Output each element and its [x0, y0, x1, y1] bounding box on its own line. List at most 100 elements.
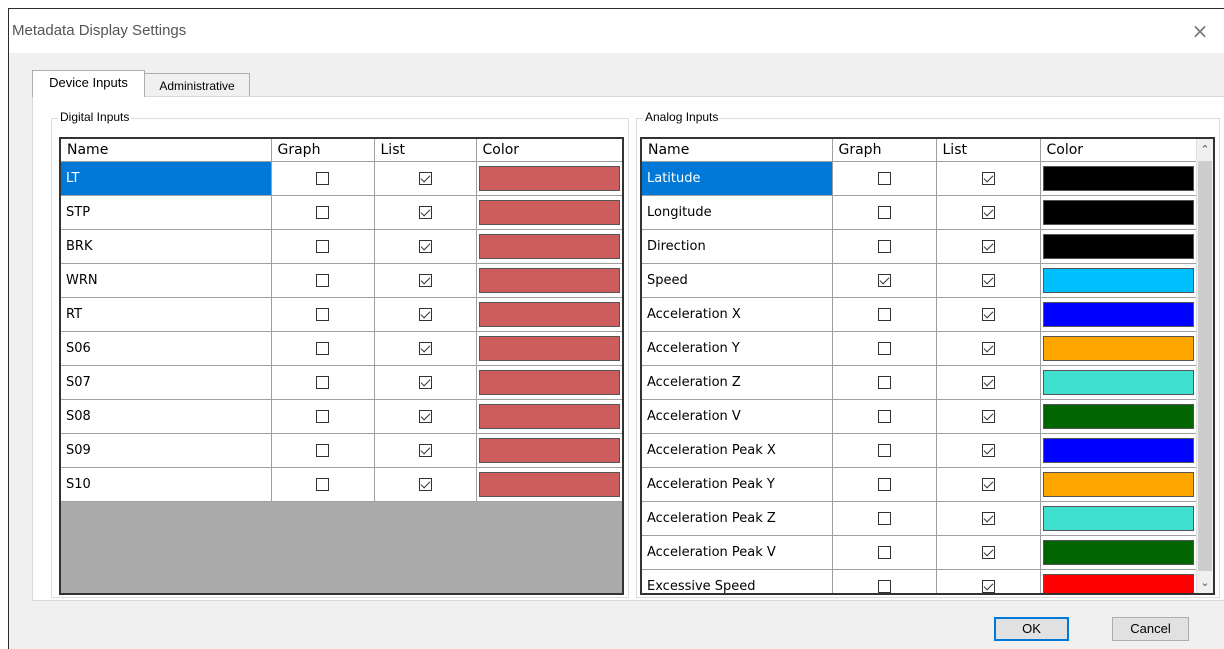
- input-name-cell[interactable]: Latitude: [642, 161, 833, 196]
- list-checkbox[interactable]: [981, 342, 995, 355]
- color-swatch[interactable]: [1042, 200, 1194, 225]
- color-swatch[interactable]: [478, 302, 620, 327]
- column-header-name[interactable]: Name: [61, 139, 272, 162]
- color-swatch[interactable]: [478, 234, 620, 259]
- list-checkbox[interactable]: [981, 172, 995, 185]
- color-swatch[interactable]: [1042, 472, 1194, 497]
- graph-checkbox[interactable]: [877, 274, 891, 287]
- graph-checkbox[interactable]: [316, 376, 329, 389]
- input-name-cell[interactable]: S10: [61, 467, 272, 502]
- analog-inputs-grid[interactable]: Name Graph List Color Latitude Longitude D…: [640, 137, 1215, 595]
- digital-input-row[interactable]: S06: [61, 331, 622, 366]
- graph-checkbox[interactable]: [877, 342, 891, 355]
- analog-input-row[interactable]: Direction: [642, 229, 1197, 264]
- digital-input-row[interactable]: S07: [61, 365, 622, 400]
- input-name-cell[interactable]: Acceleration Peak V: [642, 535, 833, 570]
- input-name-cell[interactable]: BRK: [61, 229, 272, 264]
- analog-input-row[interactable]: Acceleration X: [642, 297, 1197, 332]
- input-name-cell[interactable]: Acceleration V: [642, 399, 833, 434]
- ok-button[interactable]: OK: [994, 617, 1069, 641]
- color-swatch[interactable]: [1042, 540, 1194, 565]
- vertical-scrollbar[interactable]: ⌃ ⌄: [1196, 139, 1213, 593]
- column-header-color[interactable]: Color: [476, 139, 622, 162]
- input-name-cell[interactable]: Longitude: [642, 195, 833, 230]
- list-checkbox[interactable]: [981, 376, 995, 389]
- color-swatch[interactable]: [478, 268, 620, 293]
- analog-input-row[interactable]: Excessive Speed: [642, 569, 1197, 593]
- column-header-name[interactable]: Name: [642, 139, 833, 162]
- scroll-down-icon[interactable]: ⌄: [1197, 574, 1213, 591]
- graph-checkbox[interactable]: [877, 546, 891, 559]
- analog-input-row[interactable]: Acceleration Peak V: [642, 535, 1197, 570]
- color-swatch[interactable]: [478, 200, 620, 225]
- list-checkbox[interactable]: [418, 172, 432, 185]
- analog-input-row[interactable]: Acceleration Z: [642, 365, 1197, 400]
- digital-input-row[interactable]: BRK: [61, 229, 622, 264]
- list-checkbox[interactable]: [418, 444, 432, 457]
- color-swatch[interactable]: [478, 438, 620, 463]
- graph-checkbox[interactable]: [316, 274, 329, 287]
- analog-input-row[interactable]: Acceleration V: [642, 399, 1197, 434]
- digital-input-row[interactable]: RT: [61, 297, 622, 332]
- color-swatch[interactable]: [1042, 438, 1194, 463]
- analog-input-row[interactable]: Longitude: [642, 195, 1197, 230]
- list-checkbox[interactable]: [418, 274, 432, 287]
- list-checkbox[interactable]: [418, 342, 432, 355]
- list-checkbox[interactable]: [981, 444, 995, 457]
- graph-checkbox[interactable]: [316, 342, 329, 355]
- graph-checkbox[interactable]: [877, 240, 891, 253]
- scrollbar-thumb[interactable]: [1198, 161, 1212, 571]
- input-name-cell[interactable]: Excessive Speed: [642, 569, 833, 593]
- list-checkbox[interactable]: [418, 410, 432, 423]
- input-name-cell[interactable]: LT: [61, 161, 272, 196]
- graph-checkbox[interactable]: [316, 206, 329, 219]
- input-name-cell[interactable]: Speed: [642, 263, 833, 298]
- column-header-list[interactable]: List: [374, 139, 477, 162]
- input-name-cell[interactable]: STP: [61, 195, 272, 230]
- column-header-color[interactable]: Color: [1040, 139, 1197, 162]
- color-swatch[interactable]: [1042, 234, 1194, 259]
- list-checkbox[interactable]: [981, 240, 995, 253]
- list-checkbox[interactable]: [981, 478, 995, 491]
- color-swatch[interactable]: [1042, 336, 1194, 361]
- list-checkbox[interactable]: [981, 580, 995, 593]
- input-name-cell[interactable]: Direction: [642, 229, 833, 264]
- list-checkbox[interactable]: [418, 206, 432, 219]
- list-checkbox[interactable]: [981, 512, 995, 525]
- input-name-cell[interactable]: Acceleration Peak X: [642, 433, 833, 468]
- input-name-cell[interactable]: Acceleration Peak Z: [642, 501, 833, 536]
- color-swatch[interactable]: [1042, 404, 1194, 429]
- cancel-button[interactable]: Cancel: [1112, 617, 1189, 641]
- digital-input-row[interactable]: STP: [61, 195, 622, 230]
- analog-input-row[interactable]: Acceleration Peak Y: [642, 467, 1197, 502]
- digital-input-row[interactable]: S10: [61, 467, 622, 502]
- analog-input-row[interactable]: Acceleration Peak Z: [642, 501, 1197, 536]
- digital-input-row[interactable]: LT: [61, 161, 622, 196]
- digital-input-row[interactable]: S09: [61, 433, 622, 468]
- graph-checkbox[interactable]: [877, 308, 891, 321]
- graph-checkbox[interactable]: [316, 308, 329, 321]
- input-name-cell[interactable]: RT: [61, 297, 272, 332]
- analog-input-row[interactable]: Acceleration Peak X: [642, 433, 1197, 468]
- column-header-graph[interactable]: Graph: [832, 139, 937, 162]
- input-name-cell[interactable]: S07: [61, 365, 272, 400]
- digital-inputs-grid[interactable]: Name Graph List Color LT STP BRK WRN RT S06 S0…: [59, 137, 624, 595]
- graph-checkbox[interactable]: [316, 410, 329, 423]
- list-checkbox[interactable]: [418, 308, 432, 321]
- list-checkbox[interactable]: [418, 478, 432, 491]
- input-name-cell[interactable]: Acceleration Z: [642, 365, 833, 400]
- graph-checkbox[interactable]: [877, 206, 891, 219]
- tab-administrative[interactable]: Administrative: [145, 73, 250, 97]
- graph-checkbox[interactable]: [316, 240, 329, 253]
- graph-checkbox[interactable]: [877, 512, 891, 525]
- graph-checkbox[interactable]: [877, 444, 891, 457]
- graph-checkbox[interactable]: [316, 444, 329, 457]
- color-swatch[interactable]: [478, 472, 620, 497]
- color-swatch[interactable]: [1042, 506, 1194, 531]
- graph-checkbox[interactable]: [877, 410, 891, 423]
- list-checkbox[interactable]: [418, 240, 432, 253]
- color-swatch[interactable]: [478, 370, 620, 395]
- analog-input-row[interactable]: Speed: [642, 263, 1197, 298]
- list-checkbox[interactable]: [981, 206, 995, 219]
- graph-checkbox[interactable]: [877, 172, 891, 185]
